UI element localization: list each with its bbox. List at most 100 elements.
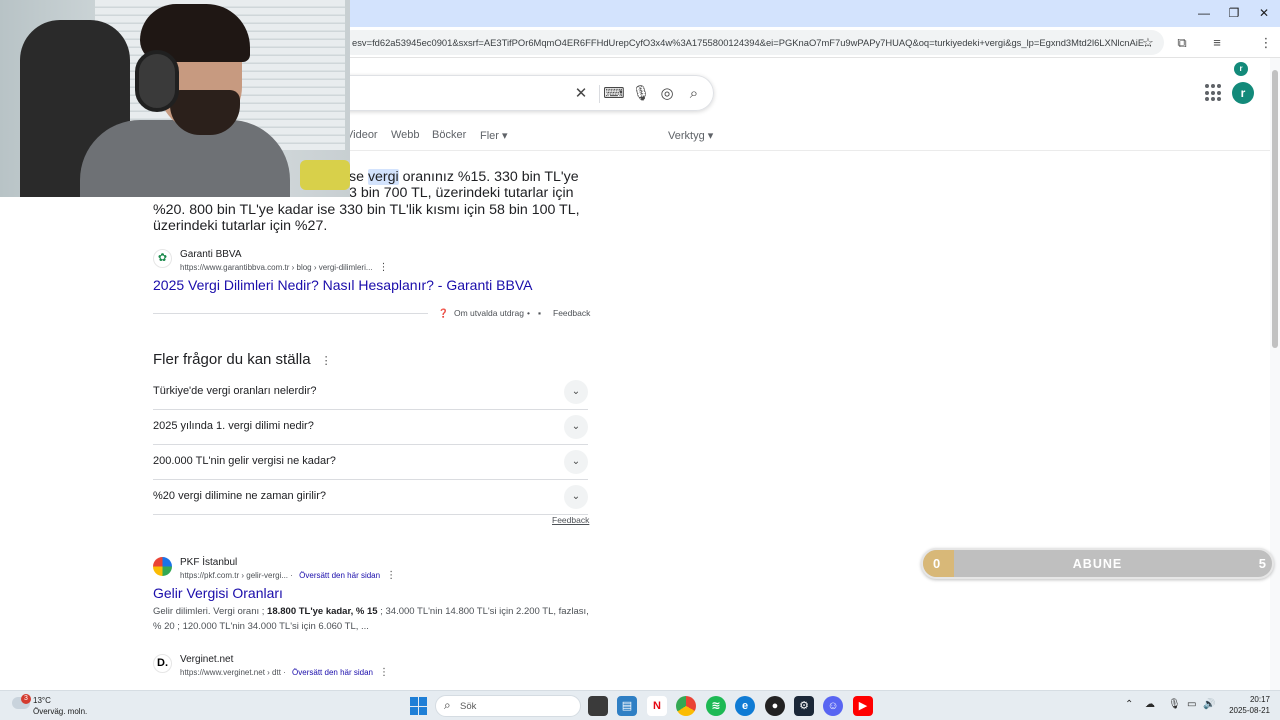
microphone-tray-icon[interactable]: 🎙 xyxy=(1168,699,1181,710)
paa-item[interactable]: 200.000 TL'nin gelir vergisi ne kadar? ⌄ xyxy=(153,445,588,480)
taskbar-search[interactable]: ⌕ Sök xyxy=(435,695,581,717)
subscriber-goal-bar: 0 ABUNE 5 xyxy=(921,548,1274,579)
google-apps-icon[interactable] xyxy=(1205,84,1223,102)
paa-question: %20 vergi dilimine ne zaman girilir? xyxy=(153,490,327,502)
snippet-line4: üzerindeki tutarlar için %27. xyxy=(153,217,328,234)
lens-icon[interactable]: ◎ xyxy=(656,83,678,105)
paa-feedback-link[interactable]: Feedback xyxy=(552,515,589,525)
desc-part: ; 34.000 TL'nin 14.800 TL'si için 2.200 … xyxy=(377,606,589,617)
bookmark-star-icon[interactable]: ☆ xyxy=(1138,33,1158,53)
spotify-icon[interactable]: ≋ xyxy=(706,696,726,716)
system-clock[interactable]: 20:17 2025-08-21 xyxy=(1222,694,1270,716)
keyboard-icon[interactable]: ⌨ xyxy=(603,83,625,105)
desc-part: % 20 ; 120.000 TL'nin 34.000 TL'si için … xyxy=(153,621,369,632)
tab-more[interactable]: Fler ▾ xyxy=(480,129,508,142)
source-name: Verginet.net xyxy=(180,654,234,665)
source-name: Garanti BBVA xyxy=(180,249,242,260)
subscriber-label: ABUNE xyxy=(1072,557,1123,571)
about-snippets-link[interactable]: Om utvalda utdrag xyxy=(454,308,524,318)
result-description: Gelir dilimleri. Vergi oranı ; 18.800 TL… xyxy=(153,604,593,634)
youtube-icon[interactable]: ▶ xyxy=(853,696,873,716)
search-divider xyxy=(599,85,600,103)
clear-search-icon[interactable]: ✕ xyxy=(570,83,592,105)
divider xyxy=(153,313,428,314)
source-name: PKF İstanbul xyxy=(180,557,238,568)
browser-menu-icon[interactable]: ⋮ xyxy=(1256,33,1276,53)
paa-item[interactable]: 2025 yılında 1. vergi dilimi nedir? ⌄ xyxy=(153,410,588,445)
chevron-down-icon[interactable]: ⌄ xyxy=(564,450,588,474)
clock-date: 2025-08-21 xyxy=(1229,706,1270,715)
tray-overflow-icon[interactable]: ⌃ xyxy=(1125,699,1133,710)
paa-question: Türkiye'de vergi oranları nelerdir? xyxy=(153,385,317,397)
windows-start-icon[interactable] xyxy=(410,697,428,715)
feedback-icon: ▪ xyxy=(538,308,542,318)
tab-books[interactable]: Böcker xyxy=(432,129,466,141)
snippet-source[interactable]: ✿ Garanti BBVA https://www.garantibbva.c… xyxy=(153,249,453,273)
paa-item[interactable]: Türkiye'de vergi oranları nelerdir? ⌄ xyxy=(153,375,588,410)
paa-title-text: Fler frågor du kan ställa xyxy=(153,351,311,368)
result-source[interactable]: PKF İstanbul https://pkf.com.tr › gelir-… xyxy=(153,557,453,581)
chevron-down-icon[interactable]: ⌄ xyxy=(564,415,588,439)
source-url: https://www.garantibbva.com.tr › blog › … xyxy=(180,263,373,272)
browser-profile-avatar[interactable]: r xyxy=(1234,62,1248,76)
minimize-button[interactable]: — xyxy=(1190,4,1218,22)
snack-bag xyxy=(300,160,350,190)
address-bar[interactable]: esv=fd62a53945ec0901&sxsrf=AE3TifPOr6Mqm… xyxy=(340,30,1164,55)
translate-link[interactable]: Översätt den här sidan xyxy=(299,571,380,580)
desc-bold: 18.800 TL'ye kadar, % 15 xyxy=(267,606,378,617)
obs-icon[interactable]: ● xyxy=(765,696,785,716)
close-window-button[interactable]: ✕ xyxy=(1250,4,1278,22)
netflix-icon[interactable]: N xyxy=(647,696,667,716)
garanti-favicon: ✿ xyxy=(153,249,172,268)
clock-time: 20:17 xyxy=(1249,695,1270,704)
chevron-down-icon[interactable]: ⌄ xyxy=(564,380,588,404)
paa-question: 200.000 TL'nin gelir vergisi ne kadar? xyxy=(153,455,336,467)
webcam-overlay xyxy=(0,0,350,197)
restore-button[interactable]: ❐ xyxy=(1220,4,1248,22)
tab-videos[interactable]: Videor xyxy=(346,129,378,141)
file-explorer-icon[interactable]: ▤ xyxy=(617,696,637,716)
chevron-down-icon[interactable]: ⌄ xyxy=(564,485,588,509)
verginet-favicon: D. xyxy=(153,654,172,673)
microphone-icon[interactable]: 🎙 xyxy=(630,83,652,105)
volume-icon[interactable]: 🔊 xyxy=(1203,699,1215,710)
subscriber-goal: 5 xyxy=(1258,556,1266,571)
tools-button[interactable]: Verktyg ▾ xyxy=(668,129,713,142)
source-url: https://www.verginet.net › dtt xyxy=(180,668,281,677)
more-options-icon[interactable]: ⋮ xyxy=(386,570,396,581)
chrome-icon[interactable] xyxy=(676,696,696,716)
snippet-highlight: vergi xyxy=(367,169,399,185)
search-box[interactable]: ✕ ⌨ 🎙 ◎ ⌕ xyxy=(300,75,714,111)
weather-widget[interactable]: 3 13°C Överväg. moln. xyxy=(12,694,112,718)
more-options-icon[interactable]: ⋮ xyxy=(379,262,389,273)
tab-web[interactable]: Webb xyxy=(391,129,420,141)
extensions-icon[interactable]: ⧉ xyxy=(1172,33,1192,53)
search-icon[interactable]: ⌕ xyxy=(683,83,705,105)
network-icon[interactable]: ▭ xyxy=(1187,699,1196,710)
result-source[interactable]: D. Verginet.net https://www.verginet.net… xyxy=(153,654,453,678)
more-options-icon[interactable]: ⋮ xyxy=(379,667,389,678)
media-queue-icon[interactable]: ≡ xyxy=(1207,33,1227,53)
page-scrollbar[interactable] xyxy=(1270,58,1280,690)
headset xyxy=(135,50,179,112)
paa-item[interactable]: %20 vergi dilimine ne zaman girilir? ⌄ xyxy=(153,480,588,515)
steam-icon[interactable]: ⚙ xyxy=(794,696,814,716)
snippet-result-title[interactable]: 2025 Vergi Dilimleri Nedir? Nasıl Hesapl… xyxy=(153,277,532,293)
task-view-icon[interactable] xyxy=(588,696,608,716)
snippet-line1-pre: se xyxy=(349,169,368,185)
paa-options-icon[interactable]: ⋮ xyxy=(321,355,332,367)
dot-separator: • xyxy=(527,308,530,318)
translate-link[interactable]: Översätt den här sidan xyxy=(292,668,373,677)
result-title[interactable]: Gelir Vergisi Oranları xyxy=(153,585,283,601)
pkf-favicon xyxy=(153,557,172,576)
source-url: https://pkf.com.tr › gelir-vergi... xyxy=(180,571,289,580)
desc-part: Gelir dilimleri. Vergi oranı ; xyxy=(153,606,268,617)
streamer-shirt xyxy=(80,120,290,197)
scrollbar-thumb[interactable] xyxy=(1272,70,1278,348)
google-account-avatar[interactable]: r xyxy=(1232,82,1254,104)
snippet-feedback-link[interactable]: Feedback xyxy=(553,308,590,318)
weather-temp: 13°C xyxy=(33,696,51,705)
edge-icon[interactable]: e xyxy=(735,696,755,716)
onedrive-icon[interactable]: ☁ xyxy=(1145,699,1155,710)
discord-icon[interactable]: ☺ xyxy=(823,696,843,716)
